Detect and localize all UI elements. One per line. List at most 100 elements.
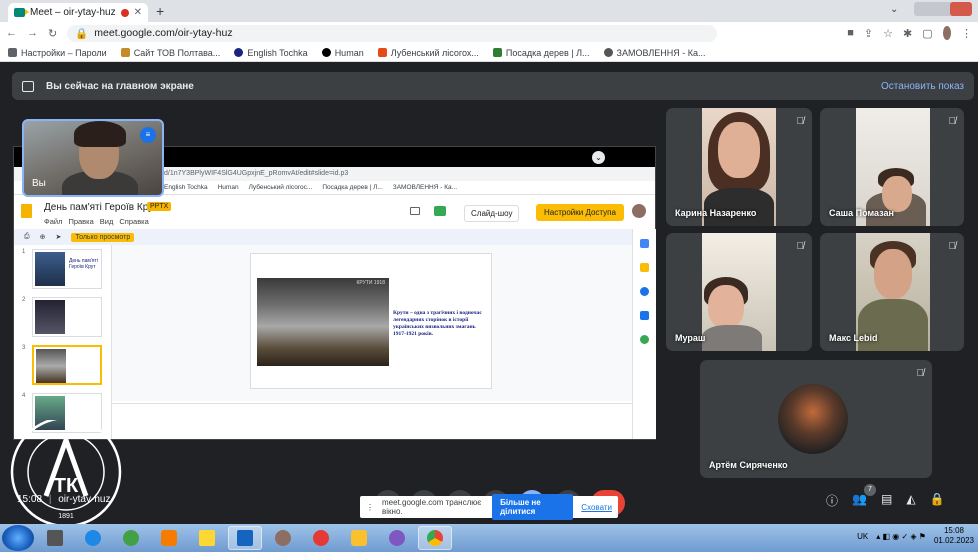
taskbar-app[interactable]	[304, 526, 338, 550]
slide-thumbnail-selected[interactable]	[32, 345, 102, 385]
meeting-time: 15:08	[17, 494, 43, 505]
participant-name: Мураш	[675, 333, 706, 343]
participant-tile[interactable]: 🎙̸ Макс Lebid	[820, 233, 964, 351]
menu-help[interactable]: Справка	[119, 217, 148, 226]
hide-button[interactable]: Сховати	[581, 503, 612, 512]
bookmark-item[interactable]: ЗАМОВЛЕННЯ - Ка...	[603, 48, 706, 58]
site-icon	[120, 48, 130, 57]
browser-tab-meet[interactable]: Meet – oir-ytay-huz ✕	[8, 3, 148, 22]
camera-icon[interactable]: ■	[847, 27, 854, 39]
share-access-button[interactable]: Настройки Доступа	[536, 204, 624, 221]
clock[interactable]: 15:08 01.02.2023	[934, 526, 974, 546]
taskbar-app[interactable]	[418, 526, 452, 550]
language-indicator[interactable]: UK	[857, 532, 868, 541]
player-icon	[161, 530, 177, 546]
menu-view[interactable]: Вид	[100, 217, 114, 226]
tab-search-icon[interactable]: ⌄	[890, 4, 898, 15]
stop-sharing-button[interactable]: Більше не ділитися	[492, 494, 574, 520]
slide-thumbnail[interactable]	[32, 297, 102, 337]
share-icon[interactable]: ⇪	[864, 27, 873, 40]
slide-number: 4	[22, 393, 26, 399]
extensions-icon[interactable]: ✱	[903, 27, 912, 40]
taskbar-app[interactable]	[190, 526, 224, 550]
url-field[interactable]: 🔒 meet.google.com/oir-ytay-huz	[67, 24, 718, 42]
window-close-button[interactable]	[950, 2, 972, 16]
reload-icon[interactable]: ↻	[48, 27, 57, 40]
stop-presenting-button[interactable]: Остановить показ	[881, 81, 964, 92]
menu-file[interactable]: Файл	[44, 217, 62, 226]
start-button[interactable]	[2, 525, 34, 551]
windows-taskbar: UK ▴ ◧ ◉ ✓ ◈ ⚑ 15:08 01.02.2023	[0, 524, 978, 552]
bookmark-item[interactable]: Human	[321, 48, 364, 58]
new-tab-button[interactable]: +	[156, 3, 164, 19]
present-screen-icon	[22, 80, 34, 92]
maps-icon[interactable]	[640, 335, 649, 344]
viber-icon	[389, 530, 405, 546]
bookmark-item[interactable]: Лубенський лісогох...	[377, 48, 479, 58]
bookmark-item[interactable]: Сайт ТОВ Полтава...	[120, 48, 220, 58]
chat-icon[interactable]: ▤	[881, 492, 892, 509]
contacts-icon[interactable]	[640, 311, 649, 320]
avatar[interactable]	[632, 204, 646, 218]
activities-icon[interactable]: ◭	[906, 492, 915, 509]
taskbar-app[interactable]	[76, 526, 110, 550]
url-text: meet.google.com/oir-ytay-huz	[94, 27, 233, 39]
calculator-icon	[47, 530, 63, 546]
menu-icon[interactable]: ⋮	[961, 27, 972, 40]
back-icon[interactable]: ←	[6, 27, 17, 39]
zoom-icon[interactable]: ⊕	[40, 233, 46, 241]
forward-icon[interactable]: →	[27, 27, 38, 39]
bookmark-item[interactable]: Настройки – Пароли	[8, 48, 107, 58]
profile-avatar[interactable]	[942, 26, 951, 40]
system-tray: UK ▴ ◧ ◉ ✓ ◈ ⚑ 15:08 01.02.2023	[857, 526, 974, 546]
participant-tile[interactable]: 🎙̸ Мураш	[666, 233, 812, 351]
drag-handle-icon[interactable]: ⋮	[366, 503, 374, 512]
bookmark-item[interactable]: Посадка дерев | Л...	[492, 48, 590, 58]
forest-icon	[377, 48, 387, 57]
cursor-icon[interactable]: ➤	[55, 233, 61, 241]
pdf-icon	[351, 530, 367, 546]
participant-tile[interactable]: 🎙̸ Артём Сиряченко	[700, 360, 932, 478]
keep-icon[interactable]	[640, 263, 649, 272]
taskbar-app[interactable]	[114, 526, 148, 550]
bookmark-item[interactable]: English Tochka	[234, 48, 308, 58]
taskbar-app[interactable]	[152, 526, 186, 550]
clock-date: 01.02.2023	[933, 536, 974, 545]
slideshow-button[interactable]: Слайд-шоу	[464, 205, 520, 222]
taskbar-app[interactable]	[342, 526, 376, 550]
slide-photo: КРУТИ 1918	[257, 278, 389, 366]
sidepanel-icon[interactable]: ▢	[922, 27, 932, 40]
self-video-tile[interactable]: Вы ≡	[22, 119, 164, 197]
menu-edit[interactable]: Правка	[68, 217, 93, 226]
taskbar-app[interactable]	[266, 526, 300, 550]
slide-canvas: КРУТИ 1918 Крути – одна з трагічних і во…	[112, 245, 632, 401]
comment-icon[interactable]	[410, 207, 420, 215]
human-icon	[321, 48, 331, 57]
view-only-badge[interactable]: Только просмотр	[71, 232, 135, 242]
avatar	[778, 384, 848, 454]
tray-icons[interactable]: ▴ ◧ ◉ ✓ ◈ ⚑	[876, 532, 926, 541]
participant-name: Макс Lebid	[829, 333, 878, 343]
taskbar-app[interactable]	[380, 526, 414, 550]
doc-title[interactable]: День пам'яті Героїв Крут	[44, 202, 158, 213]
people-icon[interactable]: 👥	[852, 492, 867, 509]
current-slide: КРУТИ 1918 Крути – одна з трагічних і во…	[250, 253, 492, 389]
host-controls-icon[interactable]: 🔒	[930, 492, 945, 509]
mic-off-icon: 🎙̸	[916, 368, 925, 379]
chevron-down-icon[interactable]: ⌄	[592, 151, 605, 164]
star-icon[interactable]: ☆	[883, 27, 893, 40]
speaker-notes[interactable]	[112, 403, 632, 439]
meeting-info: 15:08 | oir-ytay-huz	[17, 494, 111, 505]
participant-tile[interactable]: 🎙̸ Саша Помазан	[820, 108, 964, 226]
taskbar-app[interactable]	[228, 526, 262, 550]
close-tab-icon[interactable]: ✕	[134, 7, 142, 18]
slide-number: 3	[22, 345, 26, 351]
info-icon[interactable]: ⓘ	[826, 492, 838, 509]
slide-thumbnail[interactable]: День пам'яті Героїв Крут	[32, 249, 102, 289]
tasks-icon[interactable]	[640, 287, 649, 296]
print-icon[interactable]: ⎙	[24, 233, 30, 241]
taskbar-app[interactable]	[38, 526, 72, 550]
participant-tile[interactable]: 🎙̸ Карина Назаренко	[666, 108, 812, 226]
calendar-icon[interactable]	[640, 239, 649, 248]
meet-call-icon[interactable]	[434, 206, 446, 216]
